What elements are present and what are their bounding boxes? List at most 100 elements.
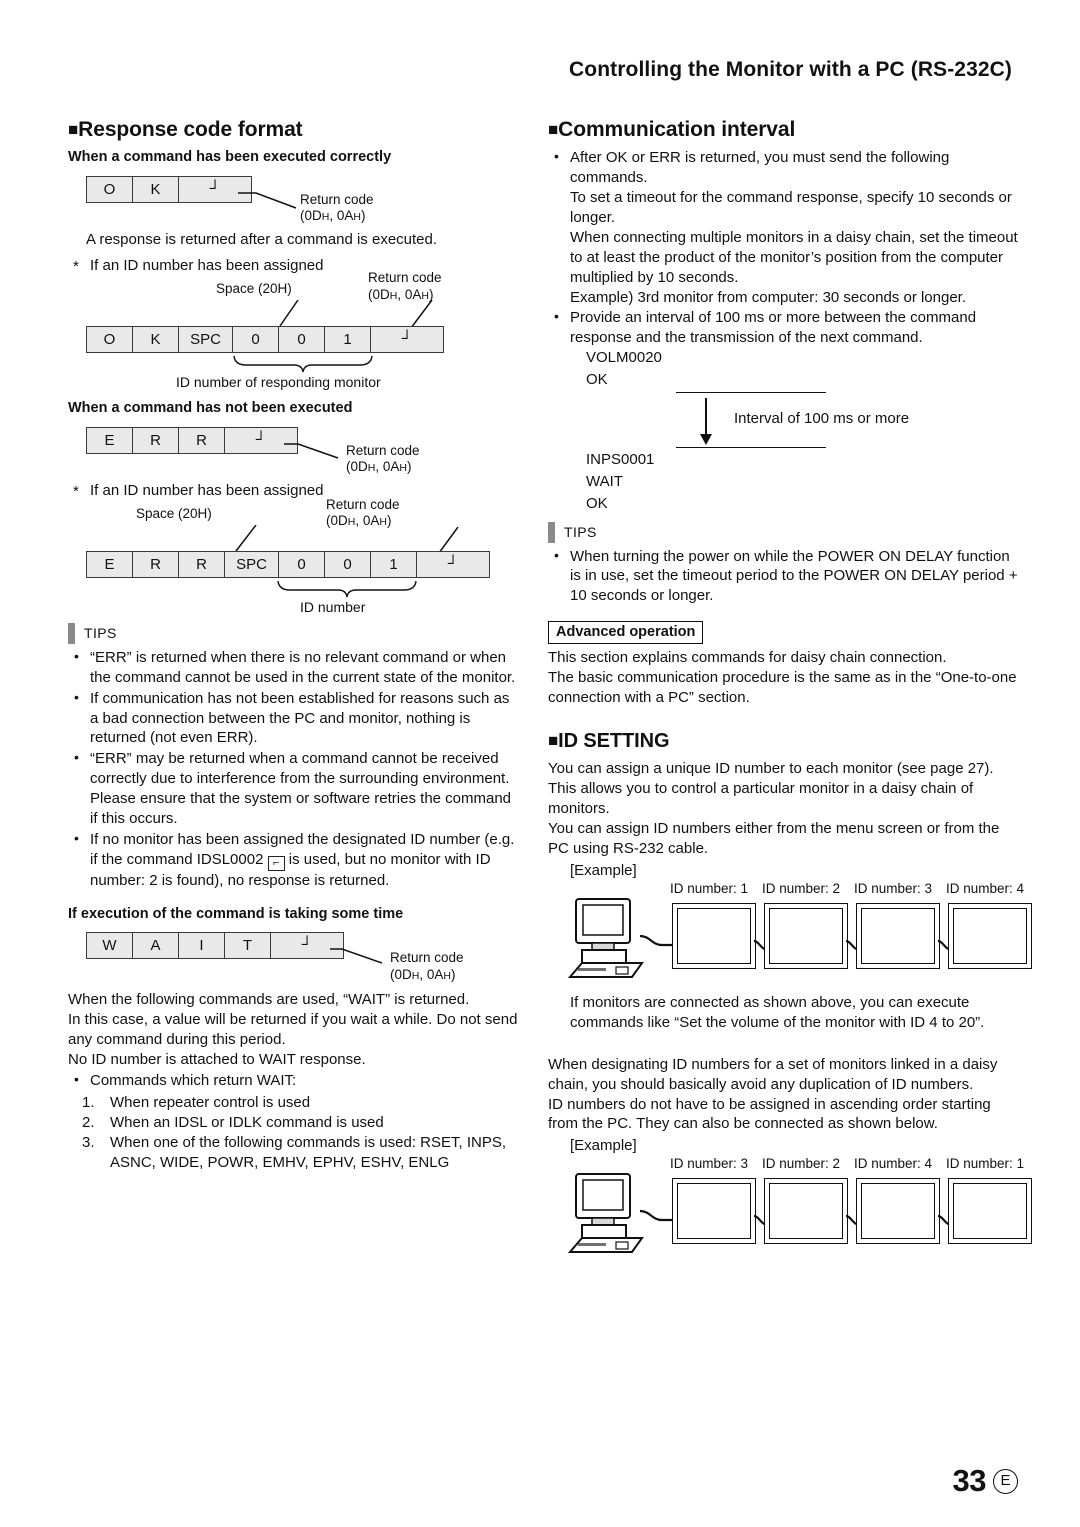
callout-leader-line [330,948,383,965]
cell: R [178,550,224,578]
page-footer: 33 E [953,1463,1018,1499]
list-item: Commands which return WAIT: [68,1070,520,1091]
advanced-operation-box: Advanced operation [548,621,704,645]
cell: K [132,175,178,203]
section-title-communication-interval: ■Communication interval [548,118,796,141]
interval-bottom-rule [676,446,826,449]
space-leader-line [279,300,299,327]
star-note-2: If an ID number has been assigned [68,481,520,502]
chain2-id-label: ID number: 1 [946,1156,1025,1172]
return-code-callout-4: Return code (0DH, 0AH) [326,496,400,529]
left-column: ■Response code format When a command has… [68,118,520,1173]
monitor-4 [948,1178,1032,1245]
space-label-2: Space (20H) [136,505,212,521]
id-brace-label: ID number of responding monitor [176,374,381,391]
ok-cells: O K ┘ [86,175,252,203]
interval-diagram: VOLM0020 OK Interval of 100 ms or more I… [586,348,1018,512]
wait-para-2: In this case, a value will be returned i… [68,1011,518,1049]
monitor-2 [764,1178,848,1245]
cable-icon [640,1210,674,1222]
advanced-text-1: This section explains commands for daisy… [548,649,947,667]
edition-badge: E [993,1468,1018,1494]
wait-bullet-list: Commands which return WAIT: [68,1070,520,1091]
list-item: If communication has not been establishe… [68,688,520,749]
brace-icon [233,356,373,373]
err-id-response-diagram: Space (20H) Return code (0DH, 0AH) E R R… [68,497,520,623]
id-para-1a: You can assign a unique ID number to eac… [548,760,994,818]
chain1-id-label: ID number: 4 [946,880,1025,896]
cell: A [132,932,178,960]
cell-return: ┘ [370,326,444,354]
cell: R [132,550,178,578]
list-item: 1. When repeater control is used [82,1094,311,1112]
monitor-1 [672,1178,756,1245]
wait-cells: W A I T ┘ [86,932,344,960]
wait-para-1: When the following commands are used, “W… [68,991,470,1009]
cell: R [132,426,178,454]
return-code-hex: (0DH, 0AH) [390,966,456,982]
subheading-executed-correctly: When a command has been executed correct… [68,149,392,166]
example-label-2: [Example] [570,1137,637,1155]
return-code-callout-5: Return code (0DH, 0AH) [390,950,464,982]
interval-line-5: OK [586,494,608,512]
interval-top-rule [676,391,826,394]
monitor-3 [856,902,940,969]
daisy-chain-diagram-2: ID number: 3 ID number: 2 ID number: 4 I… [566,1156,1032,1268]
interval-line-3: INPS0001 [586,450,655,468]
cell: 1 [370,550,416,578]
return-code-callout-2: Return code (0DH, 0AH) [368,270,442,302]
tips-header-right: TIPS [548,521,1018,543]
document-page: Controlling the Monitor with a PC (RS-23… [0,0,1080,1527]
interval-label: Interval of 100 ms or more [734,409,910,427]
interval-arrow-head-icon [700,433,712,445]
subheading-not-executed: When a command has not been executed [68,400,353,417]
interval-line-2: OK [586,370,608,388]
tips-list-right: When turning the power on while the POWE… [548,546,1018,607]
id-brace-label-2: ID number [300,598,366,615]
err-response-diagram: E R R ┘ Return code (0DH, 0AH) [68,423,520,481]
communication-interval-list: After OK or ERR is returned, you must se… [548,147,1018,347]
square-bullet-icon: ■ [68,120,79,139]
list-item: If no monitor has been assigned the desi… [68,829,520,891]
callout-leader-line [238,191,297,209]
space-leader-line-2 [235,524,257,552]
id-para-1b: You can assign ID numbers either from th… [548,819,1000,857]
tips-header-left: TIPS [68,622,520,644]
monitor-1 [672,902,756,969]
cell: 0 [232,326,278,354]
return-code-callout: Return code (0DH, 0AH) [300,191,374,223]
square-bullet-icon: ■ [548,120,559,139]
section-title-id-setting: ■ID SETTING [548,730,670,753]
chain1-id-label: ID number: 2 [762,880,841,896]
chain1-id-label: ID number: 3 [854,880,933,896]
monitor-4 [948,902,1032,969]
cell: O [86,326,132,354]
star-note-1: If an ID number has been assigned [68,256,520,277]
cell: 0 [278,326,324,354]
return-code-hex: (0DH, 0AH) [300,208,366,223]
section-title-response-code-format: ■Response code format [68,118,303,141]
cell: K [132,326,178,354]
cell: SPC [224,550,278,578]
chain2-id-label: ID number: 2 [762,1156,841,1172]
err-cells: E R R ┘ [86,426,298,454]
cell: T [224,932,270,960]
ok-id-response-diagram: Space (20H) Return code (0DH, 0AH) O K S… [68,270,520,400]
cell: 0 [278,550,324,578]
page-number: 33 [952,1463,987,1498]
return-code-hex: (0DH, 0AH) [326,513,392,529]
return-code-glyph-icon: ⌐ [267,856,285,872]
chain1-id-label: ID number: 1 [670,880,749,896]
cell: E [86,550,132,578]
err-id-cells: E R R SPC 0 0 1 ┘ [86,550,490,578]
tips-bar-icon [548,521,555,543]
right-column: ■Communication interval After OK or ERR … [548,118,1032,1268]
return-code-callout-3: Return code (0DH, 0AH) [346,442,420,475]
advanced-operation-box-wrap: Advanced operation [548,621,1018,645]
square-bullet-icon: ■ [548,731,559,751]
wait-numbered-list: 1. When repeater control is used 2. When… [68,1093,520,1173]
ok-id-cells: O K SPC 0 0 1 ┘ [86,326,444,354]
advanced-text-2: The basic communication procedure is the… [548,669,1017,707]
interval-line-1: VOLM0020 [586,348,662,366]
chain2-id-label: ID number: 3 [670,1156,749,1172]
